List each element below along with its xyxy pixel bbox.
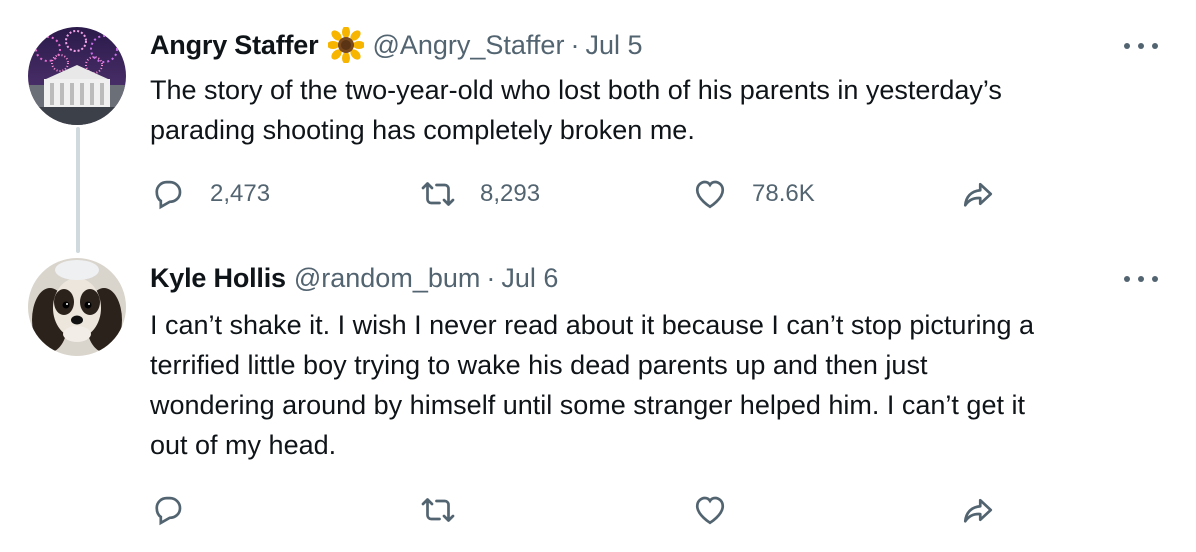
tweet-header: Angry Staffer @Angry_Staffer · Jul 5	[150, 26, 643, 64]
more-options-icon[interactable]	[1124, 273, 1158, 285]
sunflower-icon	[327, 26, 366, 64]
retweet-button[interactable]: 8,293	[420, 174, 540, 214]
tweet-date[interactable]: Jul 6	[501, 263, 558, 294]
avatar[interactable]	[28, 258, 126, 356]
retweet-count: 8,293	[480, 180, 541, 207]
like-count: 78.6K	[752, 180, 815, 207]
share-button[interactable]	[960, 490, 996, 530]
white-house-fireworks-avatar	[28, 27, 126, 125]
tweet-text: The story of the two-year-old who lost b…	[150, 75, 1002, 145]
heart-icon	[695, 180, 725, 209]
tweet-actions: 2,473 8,293 78.6K	[150, 174, 1050, 214]
separator-dot: ·	[570, 29, 580, 60]
tweet-kyle-hollis[interactable]: Kyle Hollis @random_bum · Jul 6 I can’t …	[0, 250, 1196, 552]
tweet-header: Kyle Hollis @random_bum · Jul 6	[150, 260, 558, 296]
dog-avatar	[28, 258, 126, 356]
display-name[interactable]: Angry Staffer	[150, 30, 319, 61]
separator-dot: ·	[486, 262, 496, 293]
like-button[interactable]	[692, 490, 728, 530]
tweet-date[interactable]: Jul 5	[585, 30, 642, 61]
retweet-icon	[421, 498, 455, 522]
reply-icon	[155, 180, 182, 210]
tweet-angry-staffer[interactable]: Angry Staffer @Angry_Staffer · Jul 5 The…	[0, 0, 1196, 253]
avatar[interactable]	[28, 27, 126, 125]
share-icon	[963, 498, 993, 523]
share-button[interactable]	[960, 174, 996, 214]
reply-button[interactable]	[150, 490, 186, 530]
tweet-text: I can’t shake it. I wish I never read ab…	[150, 310, 1034, 460]
reply-icon	[155, 496, 182, 526]
heart-icon	[695, 496, 725, 525]
like-button[interactable]: 78.6K	[692, 174, 815, 214]
retweet-icon	[421, 182, 455, 206]
reply-count: 2,473	[210, 180, 271, 207]
user-handle[interactable]: @Angry_Staffer	[372, 30, 564, 61]
display-name[interactable]: Kyle Hollis	[150, 263, 286, 294]
retweet-button[interactable]	[420, 490, 456, 530]
share-icon	[963, 182, 993, 207]
reply-button[interactable]: 2,473	[150, 174, 270, 214]
user-handle[interactable]: @random_bum	[294, 263, 481, 294]
more-options-icon[interactable]	[1124, 40, 1158, 52]
thread-line	[76, 127, 80, 253]
tweet-actions	[150, 490, 1050, 530]
